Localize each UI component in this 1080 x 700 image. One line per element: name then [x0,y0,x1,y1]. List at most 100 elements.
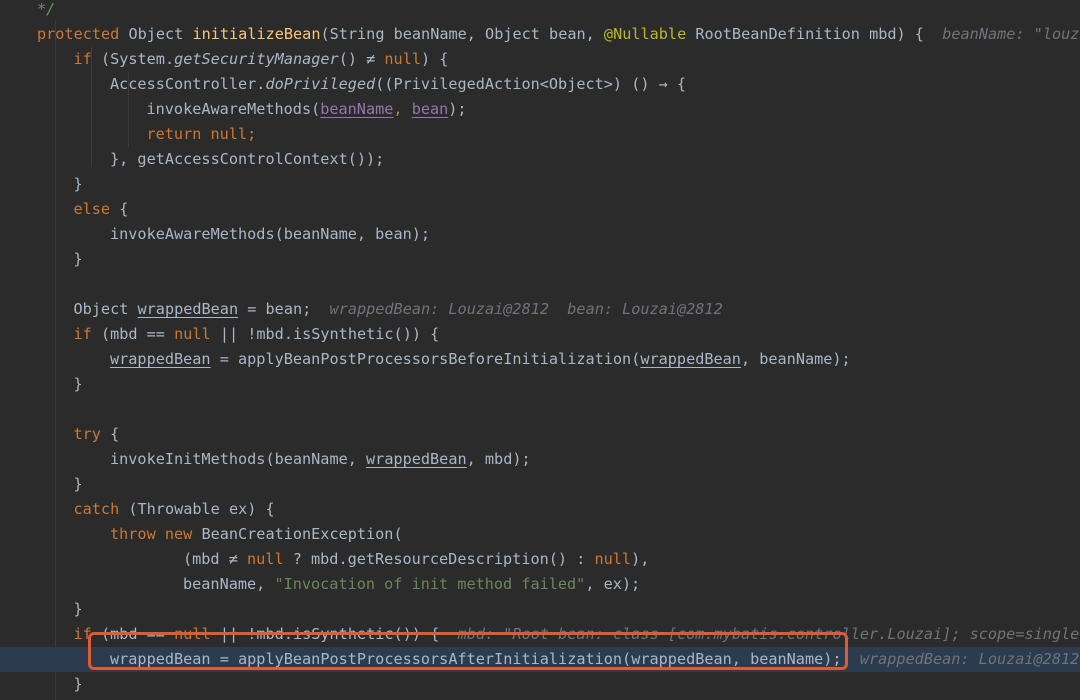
code-line[interactable]: AccessController.doPrivileged((Privilege… [0,72,1080,97]
code-token: , beanName); [740,350,851,368]
code-token: (mbd == [100,325,175,343]
code-line[interactable]: } [0,172,1080,197]
code-token: Object [128,25,193,43]
code-line[interactable]: } [0,472,1080,497]
code-line[interactable]: catch (Throwable ex) { [0,497,1080,522]
code-token: (Throwable ex) { [128,500,275,518]
code-line[interactable]: (mbd ≠ null ? mbd.getResourceDescription… [0,547,1080,572]
code-token: null [384,50,421,68]
code-token: BeanCreationException( [201,525,403,543]
code-token: "Invocation of init method failed" [274,575,586,593]
code-token: null [247,550,284,568]
code-token: ) { [420,50,449,68]
code-token: */ [37,0,56,18]
code-token: try [73,425,111,443]
code-token: doPrivileged [265,75,376,93]
code-line[interactable]: else { [0,197,1080,222]
code-line[interactable]: protected Object initializeBean(String b… [0,22,1080,47]
code-token: = bean; [238,300,330,318]
code-token: { [119,200,129,218]
code-token: if [73,50,101,68]
code-token: wrappedBean [366,450,467,468]
code-token: wrappedBean [110,350,211,368]
code-token: ); [448,100,467,118]
code-line[interactable]: invokeInitMethods(beanName, wrappedBean,… [0,447,1080,472]
code-line[interactable]: if (mbd == null || !mbd.isSynthetic()) {… [0,622,1080,647]
code-token: } [73,475,83,493]
code-line[interactable]: invokeAwareMethods(beanName, bean); [0,222,1080,247]
code-line[interactable]: return null; [0,122,1080,147]
code-token: = applyBeanPostProcessorsAfterInitializa… [210,650,632,668]
code-editor[interactable]: */ protected Object initializeBean(String… [0,0,1080,700]
code-line[interactable]: throw new BeanCreationException( [0,522,1080,547]
code-line[interactable]: if (System.getSecurityManager() ≠ null) … [0,47,1080,72]
inline-debug-value: beanName: "louza [942,25,1080,43]
inline-debug-value: wrappedBean: Louzai@2812 bean: Louzai@28… [329,300,723,318]
code-token: protected [37,25,129,43]
inline-debug-value: mbd: "Root bean: class [com.mybatis.cont… [457,625,1080,643]
code-token: , mbd); [466,450,531,468]
code-token: (System. [100,50,175,68]
code-token: (String beanName, Object bean, [320,25,604,43]
code-token: throw new [110,525,202,543]
code-line[interactable]: Object wrappedBean = bean; wrappedBean: … [0,297,1080,322]
code-token: if [73,625,101,643]
code-line[interactable]: } [0,672,1080,697]
code-token: , beanName); [731,650,860,668]
code-token: ), [631,550,650,568]
code-token: , [393,100,412,118]
code-line[interactable]: beanName, "Invocation of init method fai… [0,572,1080,597]
code-token: } [73,600,83,618]
code-token: AccessController. [110,75,266,93]
code-token: wrappedBean [110,650,211,668]
code-token: } [73,250,83,268]
code-token: initializeBean [192,25,321,43]
code-line-current[interactable]: wrappedBean = applyBeanPostProcessorsAft… [0,647,1080,672]
code-token: }, getAccessControlContext()); [110,150,385,168]
code-token: RootBeanDefinition mbd) { [686,25,943,43]
code-token: } [73,675,83,693]
code-line[interactable] [0,272,1080,297]
code-token: null [174,625,211,643]
code-line[interactable]: if (mbd == null || !mbd.isSynthetic()) { [0,322,1080,347]
code-token: || !mbd.isSynthetic()) { [210,325,440,343]
code-line[interactable]: } [0,597,1080,622]
code-token: return null; [146,125,257,143]
code-line[interactable]: } [0,372,1080,397]
code-token: beanName, [183,575,275,593]
code-line[interactable]: try { [0,422,1080,447]
code-token: invokeAwareMethods(beanName, bean); [110,225,431,243]
inline-debug-value: wrappedBean: Louzai@2812 [859,650,1080,668]
code-line[interactable]: */ [0,0,1080,22]
code-token: } [73,175,83,193]
code-token: wrappedBean [631,650,732,668]
code-token: { [110,425,120,443]
code-line[interactable]: wrappedBean = applyBeanPostProcessorsBef… [0,347,1080,372]
code-token: bean [411,100,449,118]
code-token: || !mbd.isSynthetic()) { [210,625,458,643]
code-line[interactable]: }, getAccessControlContext()); [0,147,1080,172]
code-token: getSecurityManager [174,50,339,68]
code-token: } [73,375,83,393]
code-token: , ex); [585,575,641,593]
code-token: ? mbd.getResourceDescription() : [283,550,595,568]
code-line[interactable]: } [0,247,1080,272]
code-token: wrappedBean [137,300,239,318]
code-token: else [73,200,120,218]
code-token: invokeInitMethods(beanName, [110,450,367,468]
code-token: if [73,325,101,343]
code-token: @Nullable [603,25,687,43]
code-token: () ≠ [338,50,385,68]
code-token: beanName [320,100,394,118]
code-token: = applyBeanPostProcessorsBeforeInitializ… [210,350,641,368]
code-token: invokeAwareMethods( [146,100,321,118]
code-token: (mbd ≠ [183,550,248,568]
code-token: catch [73,500,129,518]
code-line[interactable]: invokeAwareMethods(beanName, bean); [0,97,1080,122]
code-token: (mbd == [100,625,175,643]
code-token: Object [73,300,138,318]
code-line[interactable] [0,397,1080,422]
code-token: ((PrivilegedAction<Object>) () → { [375,75,687,93]
code-token: null [174,325,211,343]
code-token: null [594,550,632,568]
